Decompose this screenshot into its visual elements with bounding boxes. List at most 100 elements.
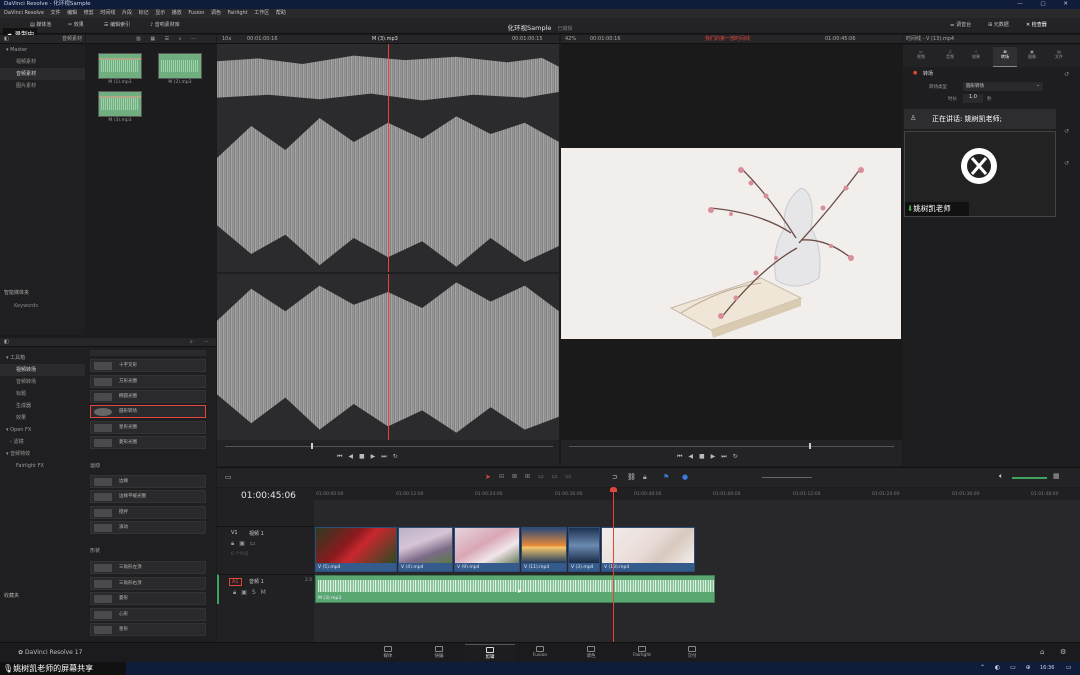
notification-icon[interactable]: ▭ — [1066, 664, 1072, 671]
transport-controls[interactable]: ⏮◀■▶⏭↻ — [677, 453, 744, 461]
transition-item[interactable]: 三角形左顶 — [90, 561, 206, 574]
inspector-button[interactable]: ✕ 检查器 — [1026, 21, 1047, 28]
bin-item[interactable]: 视频素材 — [0, 56, 85, 68]
page-deliver[interactable]: 交付 — [667, 644, 717, 661]
video-clip[interactable]: V (9).mp4 — [454, 527, 520, 572]
transition-type-select[interactable]: 圆形转场 ⌄ — [963, 82, 1043, 91]
panel-toggle-icon[interactable]: ◧ — [4, 36, 9, 42]
scrubber-handle[interactable] — [311, 443, 313, 449]
track-name[interactable]: 音频 1 — [249, 578, 264, 585]
search-icon[interactable]: ⌕ — [190, 338, 193, 347]
snap-icon[interactable]: ⊃ — [612, 473, 618, 481]
video-clip[interactable]: V (4).mp4 — [398, 527, 453, 572]
menu-item[interactable]: 显示 — [155, 10, 165, 16]
track-controls[interactable]: 🔒︎▣▭ — [231, 540, 261, 548]
reset-icon[interactable]: ↺ — [1064, 160, 1069, 167]
edit-tools[interactable]: ⊟⊠⊞▭▭▭ — [499, 473, 579, 480]
menu-item[interactable]: 文件 — [51, 10, 61, 16]
transport-controls[interactable]: ⏮◀■▶⏭↻ — [337, 453, 404, 461]
transition-item[interactable]: 十字叉形 — [90, 359, 206, 372]
flag-icon[interactable]: ⚑ — [663, 473, 669, 481]
gear-icon[interactable]: ⚙ — [1060, 648, 1066, 656]
transition-item[interactable]: 边缘平缓光圈 — [90, 490, 206, 503]
transition-item[interactable]: 三角形右顶 — [90, 577, 206, 590]
transition-item[interactable]: 方形光圈 — [90, 375, 206, 388]
audio-clip-thumbnail[interactable] — [98, 91, 142, 117]
more-icon[interactable]: ⋯ — [204, 338, 209, 347]
menu-item[interactable]: DaVinci Resolve — [4, 10, 44, 16]
window-controls[interactable]: — ▢ ✕ — [1017, 0, 1076, 9]
zoom-slider[interactable] — [762, 477, 812, 478]
lock-icon[interactable]: 🔒︎ — [643, 473, 647, 482]
menu-item[interactable]: 工作区 — [254, 10, 269, 16]
timeline-playhead[interactable] — [613, 488, 614, 642]
volume-icon[interactable]: 🔈︎ — [999, 472, 1003, 481]
transition-item[interactable]: 菱形光圈 — [90, 436, 206, 449]
duration-input[interactable]: 1.0 — [963, 94, 983, 103]
page-edit[interactable]: 剪辑 — [465, 644, 515, 661]
tree-item[interactable]: ▾ 音频特效 — [0, 448, 85, 460]
panel-toggle-icon[interactable]: ◧ — [4, 339, 9, 345]
track-controls[interactable]: 🔒︎▣SM — [233, 589, 271, 597]
source-clip-name[interactable]: M (3).mp3 — [372, 35, 398, 44]
menu-item[interactable]: 播放 — [172, 10, 182, 16]
select-tool-icon[interactable]: ➤ — [485, 473, 491, 481]
tab-file[interactable]: ▤ 文件 — [1047, 49, 1071, 60]
tree-item[interactable]: › 滤镜 — [0, 436, 85, 448]
meter-icon[interactable]: ▦ — [1053, 472, 1060, 480]
transition-item[interactable]: 椭圆光圈 — [90, 390, 206, 403]
tab-transition[interactable]: ⊠ 转场 — [993, 49, 1017, 60]
track-name[interactable]: 视频 1 — [249, 530, 264, 537]
tree-item[interactable]: ▾ 工具箱 — [0, 352, 85, 364]
menu-item[interactable]: 标记 — [139, 10, 149, 16]
mixer-button[interactable]: ⚌ 调音台 — [950, 21, 971, 28]
reset-icon[interactable]: ↺ — [1064, 128, 1069, 135]
scrubber-handle[interactable] — [809, 443, 811, 449]
tree-item[interactable]: 标题 — [0, 388, 85, 400]
menu-item[interactable]: 片段 — [122, 10, 132, 16]
transition-item[interactable]: 星形 — [90, 623, 206, 636]
menu-item[interactable]: 修剪 — [84, 10, 94, 16]
video-clip[interactable]: V (5).mp4 — [315, 527, 397, 572]
tree-item[interactable]: ▾ Open FX — [0, 424, 85, 436]
transition-item[interactable]: 心形 — [90, 608, 206, 621]
volume-slider[interactable] — [1012, 477, 1047, 479]
menu-item[interactable]: 编辑 — [67, 10, 77, 16]
home-icon[interactable]: ⌂ — [1040, 648, 1044, 656]
audio-waveform-viewer[interactable] — [217, 44, 559, 440]
tray-icons[interactable]: ⌃ ◐ ▭ ⊕ — [980, 664, 1035, 671]
transition-item[interactable]: 边缘 — [90, 475, 206, 488]
reset-icon[interactable]: ↺ — [1064, 71, 1069, 78]
page-fusion[interactable]: Fusion — [515, 644, 565, 661]
viewer-scrubber[interactable] — [569, 446, 894, 447]
tree-item[interactable]: Fairlight FX — [0, 460, 85, 472]
tab-image[interactable]: ▣ 图像 — [1020, 49, 1044, 60]
enable-dot-icon[interactable]: ● — [913, 70, 917, 76]
menu-item[interactable]: 帮助 — [276, 10, 286, 16]
transition-item[interactable]: 滚动 — [90, 521, 206, 534]
audio-clip-thumbnail[interactable] — [158, 53, 202, 79]
audio-clip[interactable]: M (3).mp3 — [315, 575, 715, 603]
source-scrubber[interactable] — [225, 446, 553, 447]
metadata-button[interactable]: ⊞ 元数据 — [988, 21, 1009, 28]
bin-item[interactable]: 图片素材 — [0, 80, 85, 92]
transition-section-header[interactable]: ● 转场 — [903, 70, 1080, 79]
video-frame[interactable] — [561, 148, 901, 339]
tree-item[interactable]: 生成器 — [0, 400, 85, 412]
source-playhead[interactable] — [388, 44, 389, 440]
viewer-zoom[interactable]: 42% — [565, 35, 576, 44]
timeline-view-icon[interactable]: ▭ — [225, 473, 232, 481]
tree-item[interactable]: 效果 — [0, 412, 85, 424]
transition-item[interactable]: 星形光圈 — [90, 421, 206, 434]
page-media[interactable]: 媒体 — [363, 644, 413, 661]
playhead-handle[interactable] — [610, 487, 617, 492]
page-color[interactable]: 调色 — [566, 644, 616, 661]
video-clip[interactable]: V (11).mp4 — [521, 527, 567, 572]
transition-item[interactable]: 菱形 — [90, 592, 206, 605]
menu-item[interactable]: Fusion — [188, 10, 204, 16]
menu-item[interactable]: Fairlight — [228, 10, 248, 16]
page-cut[interactable]: 快编 — [414, 644, 464, 661]
link-icon[interactable]: ⛓ — [627, 473, 636, 481]
view-toggle-icons[interactable]: ▥ ▦ ☰ ⌕ ⋯ — [136, 35, 200, 44]
source-zoom[interactable]: 10x — [222, 35, 231, 44]
